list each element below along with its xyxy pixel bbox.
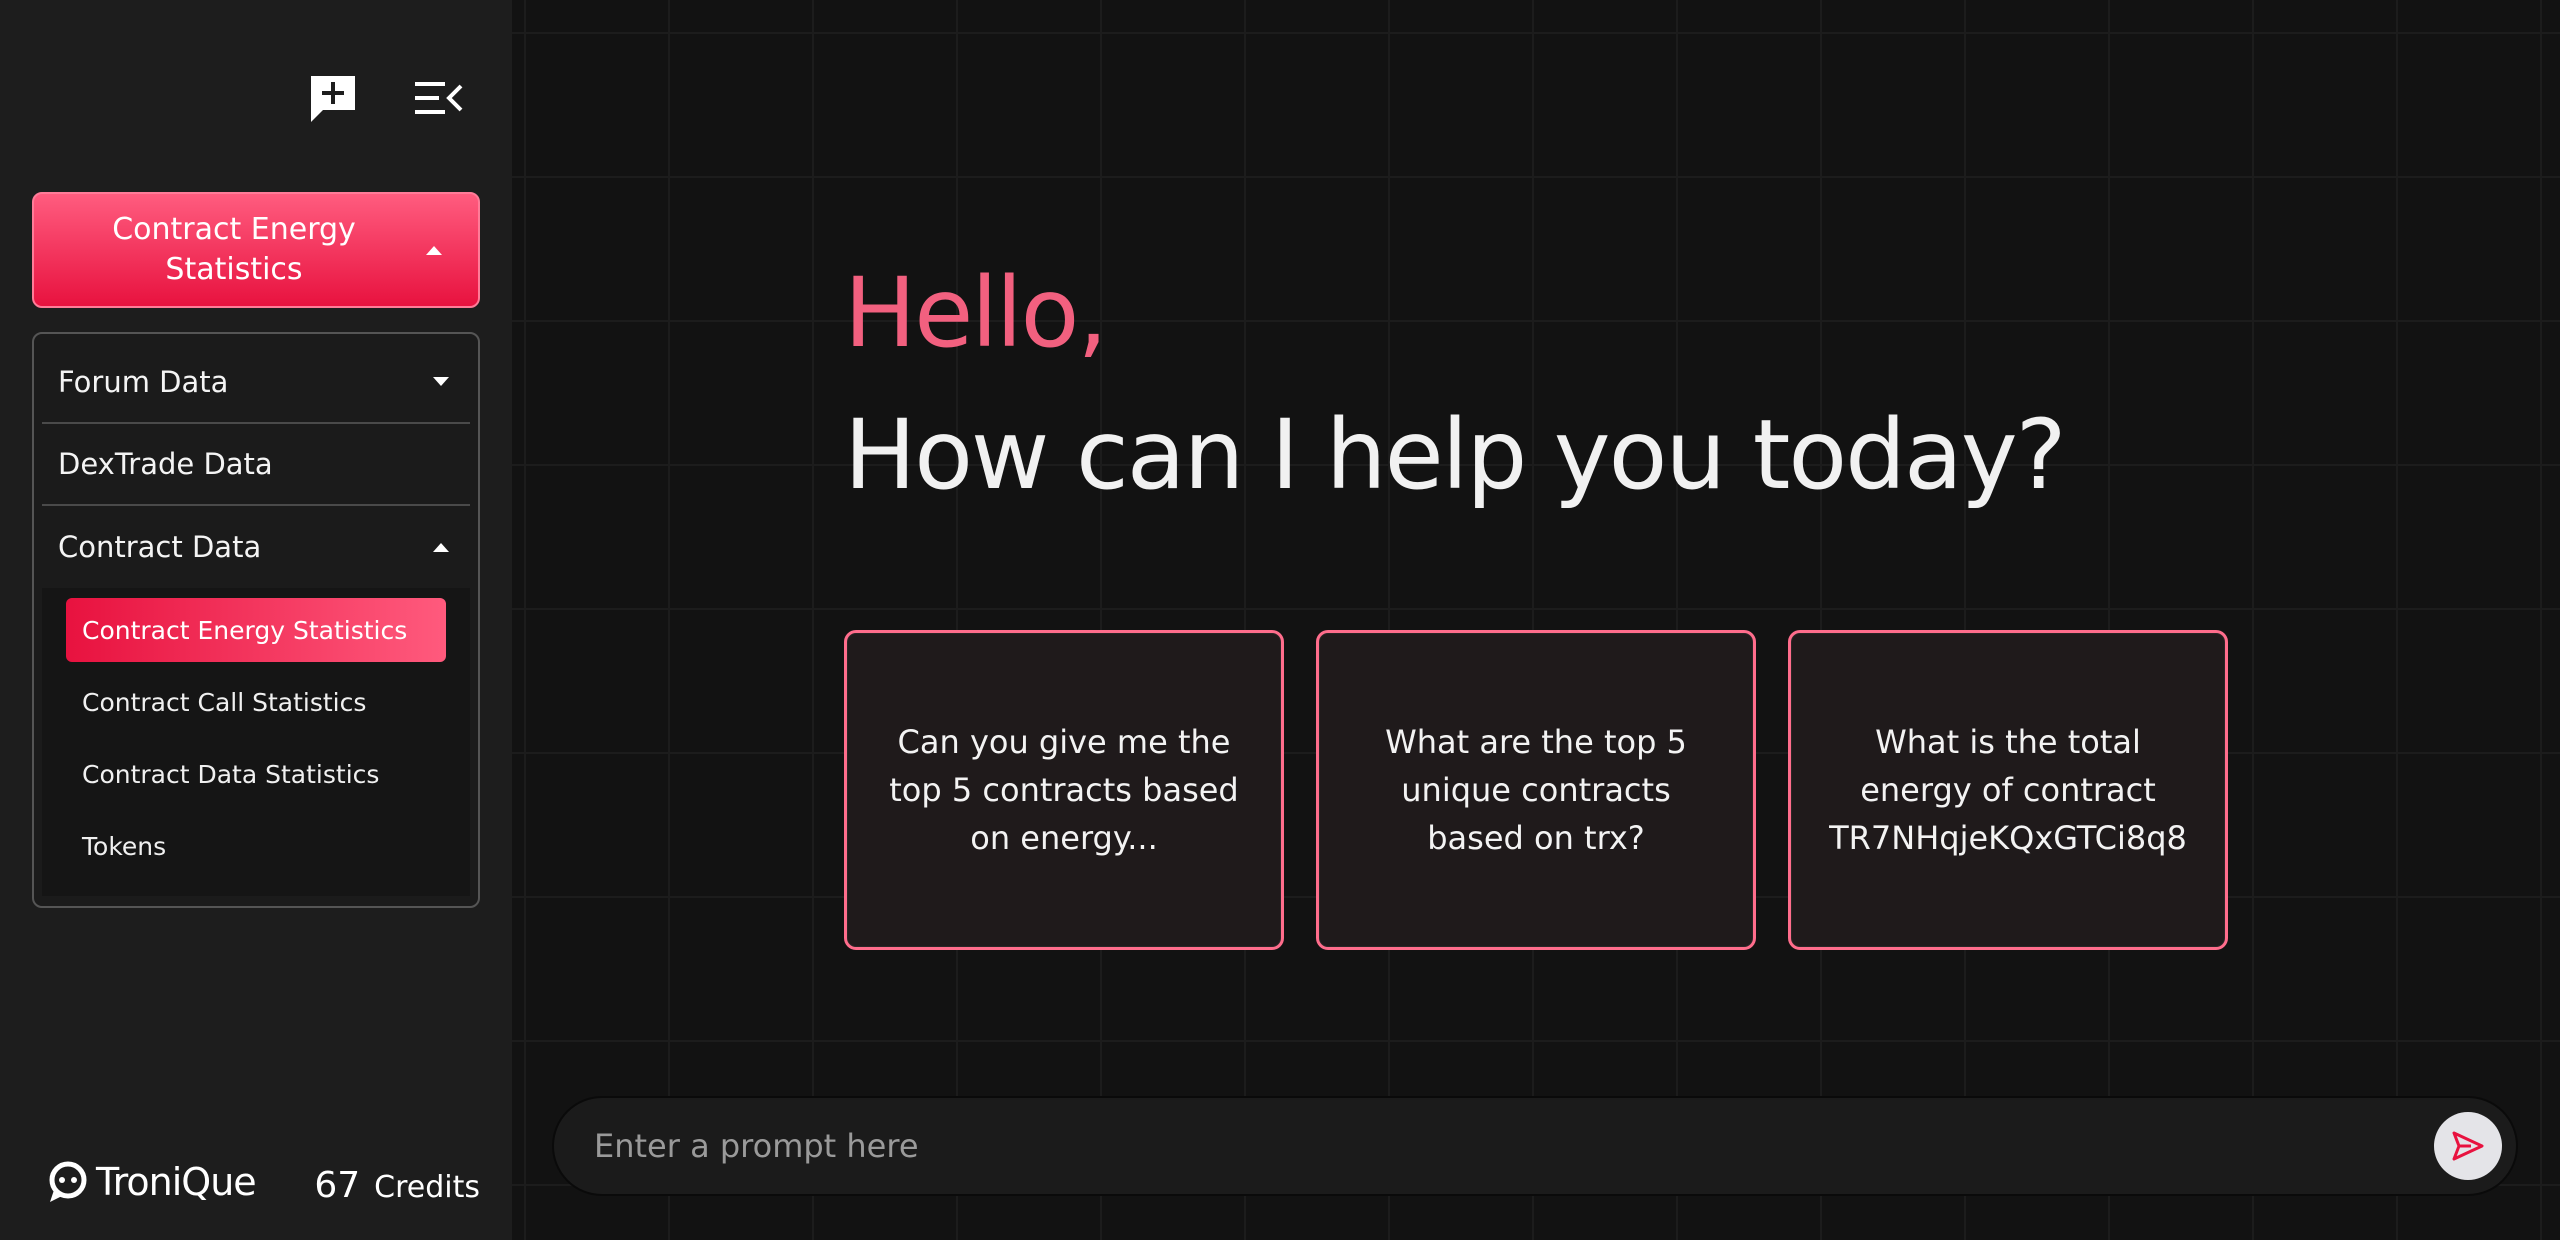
submenu-item-label: Tokens (82, 831, 167, 861)
dataset-menu: Forum Data DexTrade Data Contract Data C… (32, 332, 480, 908)
suggestion-card-1[interactable]: Can you give me the top 5 contracts base… (844, 630, 1284, 950)
send-button[interactable] (2434, 1112, 2502, 1180)
submenu-item-tokens[interactable]: Tokens (66, 814, 446, 878)
collapse-sidebar-button[interactable] (411, 70, 467, 126)
suggestion-card-text: What is the total energy of contract TR7… (1829, 723, 2187, 857)
submenu-item-contract-energy-statistics[interactable]: Contract Energy Statistics (66, 598, 446, 662)
credits-display: 67 Credits (314, 1165, 480, 1206)
submenu-item-label: Contract Call Statistics (82, 687, 367, 717)
suggestion-card-text: Can you give me the top 5 contracts base… (889, 723, 1239, 857)
menu-item-label: Forum Data (58, 365, 229, 399)
page-headline: How can I help you today? (844, 399, 2067, 511)
brand-logo: TroniQue (46, 1160, 257, 1204)
greeting: Hello, (844, 257, 1108, 369)
app-root: Contract Energy Statistics Forum Data De… (0, 0, 2560, 1240)
dataset-dropdown-label: Contract Energy Statistics (112, 212, 356, 287)
credits-label: Credits (374, 1170, 480, 1205)
collapse-menu-icon (415, 82, 463, 114)
contract-data-submenu: Contract Energy Statistics Contract Call… (42, 588, 470, 896)
send-icon (2452, 1131, 2484, 1161)
caret-up-icon (414, 244, 454, 256)
brand-name: TroniQue (96, 1160, 257, 1204)
submenu-item-contract-call-statistics[interactable]: Contract Call Statistics (66, 670, 446, 734)
dataset-dropdown[interactable]: Contract Energy Statistics (32, 192, 480, 308)
tronique-logo-icon (49, 1161, 87, 1202)
suggestion-card-text: What are the top 5 unique contracts base… (1385, 723, 1687, 857)
new-chat-icon (311, 76, 355, 122)
menu-item-contract-data[interactable]: Contract Data (42, 506, 470, 588)
credits-count: 67 (314, 1165, 361, 1206)
prompt-bar (552, 1096, 2518, 1196)
suggestion-cards: Can you give me the top 5 contracts base… (844, 630, 2228, 950)
submenu-item-contract-data-statistics[interactable]: Contract Data Statistics (66, 742, 446, 806)
menu-item-label: DexTrade Data (58, 447, 273, 481)
prompt-input[interactable] (594, 1127, 2434, 1165)
sidebar: Contract Energy Statistics Forum Data De… (0, 0, 512, 1240)
menu-item-dextrade-data[interactable]: DexTrade Data (42, 424, 470, 506)
menu-item-label: Contract Data (58, 530, 262, 564)
menu-item-forum-data[interactable]: Forum Data (42, 342, 470, 424)
sidebar-top-actions (305, 70, 467, 126)
main-panel: Hello, How can I help you today? Can you… (512, 0, 2560, 1240)
submenu-item-label: Contract Energy Statistics (82, 615, 408, 645)
new-chat-button[interactable] (305, 70, 361, 126)
caret-up-icon (433, 543, 449, 552)
suggestion-card-2[interactable]: What are the top 5 unique contracts base… (1316, 630, 1756, 950)
suggestion-card-3[interactable]: What is the total energy of contract TR7… (1788, 630, 2228, 950)
submenu-item-label: Contract Data Statistics (82, 759, 380, 789)
caret-down-icon (433, 377, 449, 386)
